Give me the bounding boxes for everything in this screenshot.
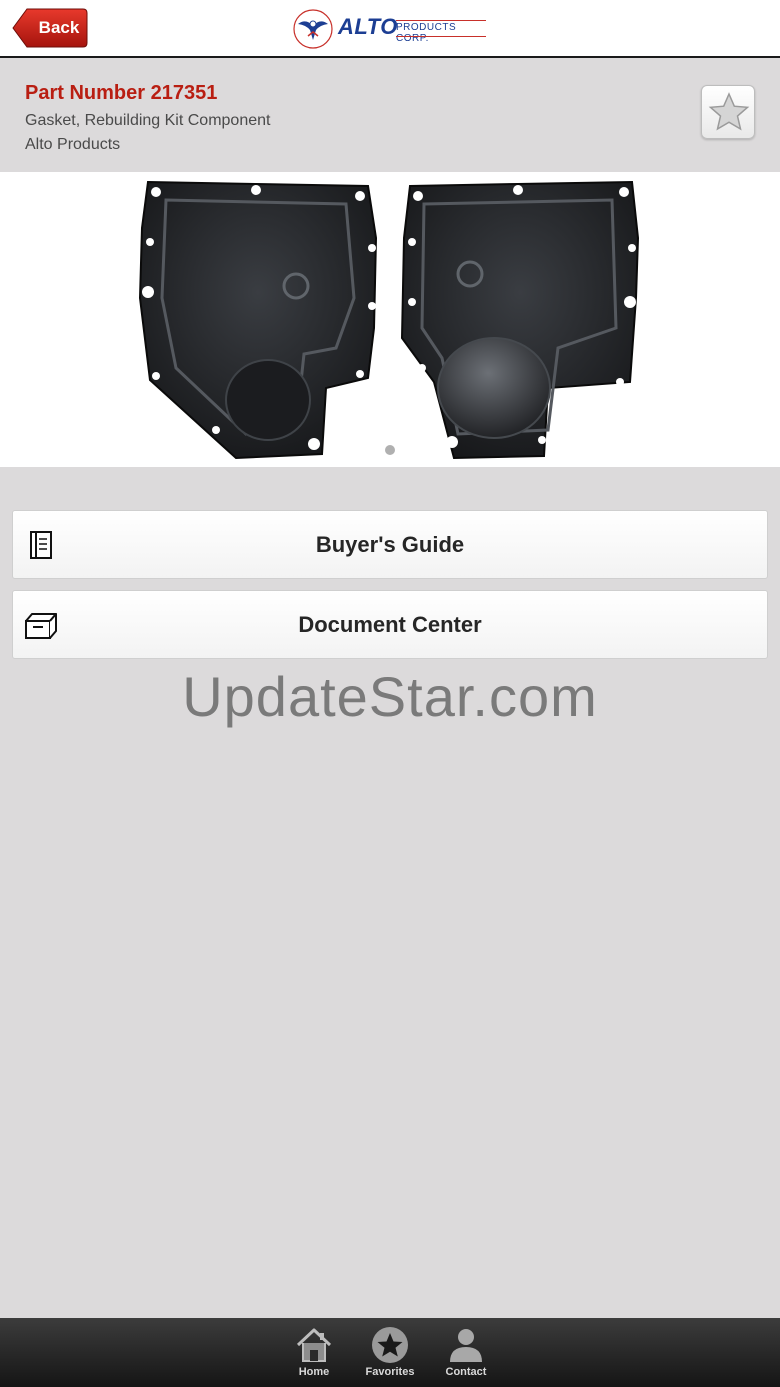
gallery-page-indicator[interactable] <box>385 445 395 455</box>
logo-corp-text: PRODUCTS CORP. <box>396 22 457 44</box>
part-brand: Alto Products <box>25 136 121 153</box>
back-button[interactable]: Back <box>12 8 88 48</box>
document-center-label: Document Center <box>298 612 482 637</box>
tab-contact-label: Contact <box>445 1366 487 1378</box>
buyers-guide-label: Buyer's Guide <box>315 532 465 557</box>
watermark-text: UpdateStar.com <box>182 665 598 728</box>
top-bar: Back ALTO PRODUCTS CORP. <box>0 0 780 58</box>
tab-favorites[interactable]: Favorites <box>355 1318 425 1387</box>
part-info: Part Number 217351 Gasket, Rebuilding Ki… <box>0 60 780 172</box>
product-image-gallery[interactable] <box>0 172 780 467</box>
star-outline-icon <box>708 92 750 131</box>
tab-home-label: Home <box>298 1366 330 1378</box>
tab-favorites-label: Favorites <box>365 1366 415 1378</box>
add-favorite-button[interactable] <box>701 85 755 139</box>
logo-rule-bottom <box>396 36 486 37</box>
alto-logo: ALTO PRODUCTS CORP. <box>292 8 492 50</box>
bottom-tab-bar: Home Favorites Contact <box>0 1318 780 1387</box>
gasket-image-back <box>400 180 640 460</box>
part-number: Part Number 217351 <box>25 82 218 104</box>
tab-contact[interactable]: Contact <box>431 1318 501 1387</box>
gasket-image-front <box>138 180 378 460</box>
part-description: Gasket, Rebuilding Kit Component <box>25 112 271 129</box>
logo-rule-top <box>396 20 486 21</box>
home-icon <box>296 1328 332 1362</box>
person-icon <box>450 1329 482 1362</box>
document-center-button[interactable]: Document Center <box>12 590 768 659</box>
tab-home[interactable]: Home <box>279 1318 349 1387</box>
back-button-label: Back <box>38 18 80 37</box>
eagle-seal-icon <box>293 9 333 49</box>
logo-brand-text: ALTO <box>338 14 398 39</box>
buyers-guide-button[interactable]: Buyer's Guide <box>12 510 768 579</box>
star-icon <box>372 1327 408 1363</box>
